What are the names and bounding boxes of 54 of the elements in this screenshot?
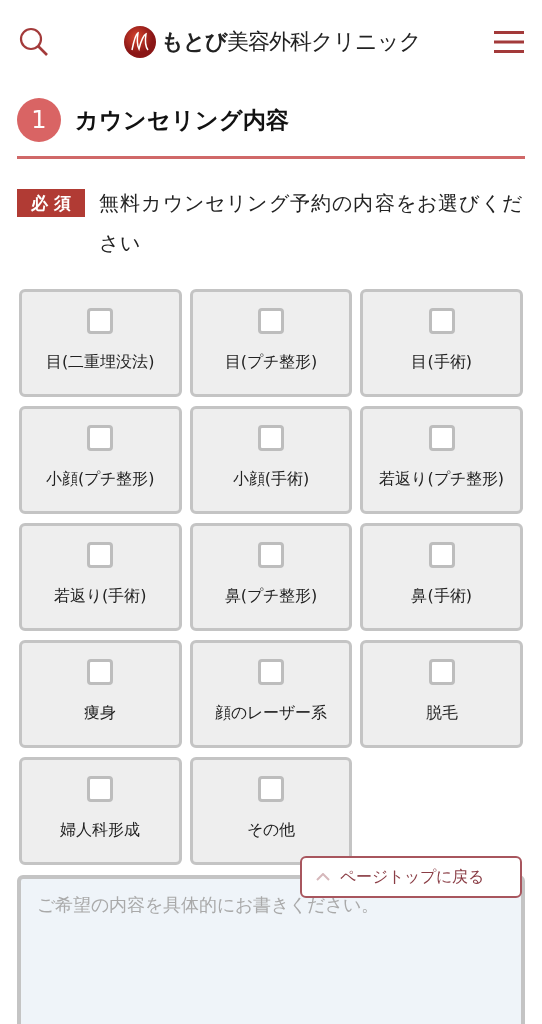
option-tile[interactable]: 鼻(手術) [360,523,523,631]
option-label: 顔のレーザー系 [214,702,328,724]
step-number: 1 [17,98,61,142]
option-tile[interactable]: 目(プチ整形) [189,289,353,397]
option-label: 鼻(プチ整形) [223,585,319,607]
question-text: 無料カウンセリング予約の内容をお選びください [98,190,524,257]
checkbox[interactable] [87,425,114,451]
option-label: 目(二重埋没法) [45,351,156,373]
option-label: 若返り(プチ整形) [378,468,505,490]
option-tile[interactable]: 目(二重埋没法) [19,289,182,397]
option-label: 痩身 [83,702,118,724]
menu-button[interactable] [494,30,524,54]
option-label: 鼻(手術) [410,585,473,607]
option-tile[interactable]: 目(手術) [360,289,523,397]
checkbox[interactable] [258,659,284,685]
option-label: その他 [246,819,296,841]
checkbox[interactable] [428,659,455,685]
option-label: 小顔(手術) [231,468,311,490]
section-title: カウンセリング内容 [75,105,289,135]
checkbox[interactable] [87,542,114,568]
checkbox[interactable] [87,776,114,802]
option-tile[interactable]: 小顔(手術) [189,406,353,514]
checkbox[interactable] [428,542,455,568]
option-label: 目(手術) [410,351,473,373]
option-label: 脱毛 [424,702,459,724]
option-tile[interactable]: 若返り(プチ整形) [360,406,523,514]
option-tile[interactable]: 鼻(プチ整形) [189,523,353,631]
chevron-up-icon [316,873,330,881]
page-top-button[interactable]: ページトップに戻る [300,856,522,898]
required-badge: 必 須 [17,189,85,217]
option-tile[interactable]: 脱毛 [360,640,523,748]
option-label: 婦人科形成 [59,819,142,841]
option-tile[interactable]: その他 [189,757,353,865]
checkbox[interactable] [258,425,284,451]
search-icon [18,26,50,58]
checkbox[interactable] [258,308,284,334]
option-tile[interactable]: 小顔(プチ整形) [19,406,182,514]
checkbox[interactable] [87,308,114,334]
option-label: 小顔(プチ整形) [45,468,156,490]
option-tile[interactable]: 婦人科形成 [19,757,182,865]
search-button[interactable] [18,26,50,58]
checkbox[interactable] [428,308,455,334]
option-tile[interactable]: 若返り(手術) [19,523,182,631]
option-tile[interactable]: 痩身 [19,640,182,748]
clinic-logo-text[interactable]: もとび美容外科クリニック [161,27,421,57]
option-label: 目(プチ整形) [223,351,319,373]
option-label: 若返り(手術) [53,585,148,607]
checkbox[interactable] [428,425,455,451]
option-tile[interactable]: 顔のレーザー系 [189,640,353,748]
logo-icon [123,25,157,59]
menu-icon [494,30,524,54]
checkbox[interactable] [87,659,114,685]
checkbox[interactable] [258,542,284,568]
checkbox[interactable] [258,776,284,802]
